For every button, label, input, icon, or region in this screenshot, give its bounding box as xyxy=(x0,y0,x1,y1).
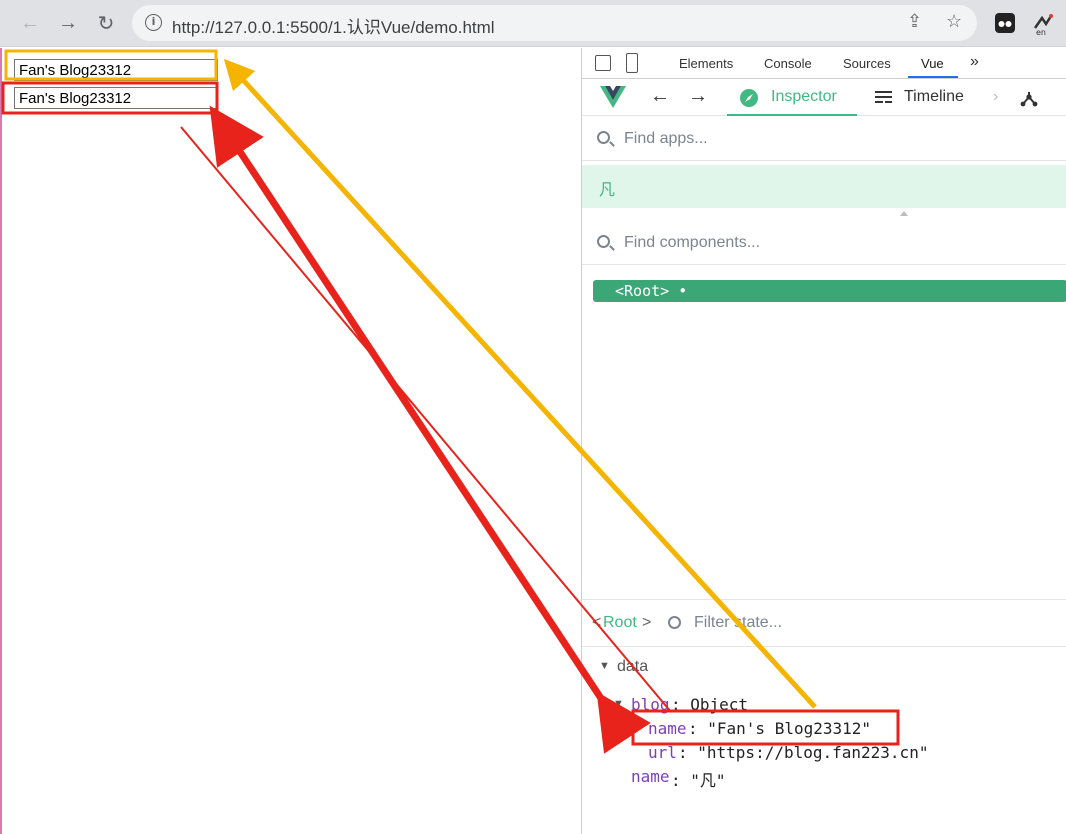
arrow-left-icon[interactable]: ← xyxy=(650,85,670,108)
vue-logo-icon xyxy=(600,86,626,108)
collapse-triangle-icon[interactable]: ▼ xyxy=(599,660,610,672)
compass-icon xyxy=(740,89,758,107)
timeline-icon xyxy=(875,91,892,103)
state-title-bracket-close: > xyxy=(642,614,652,631)
app-list-item[interactable]: 凡 xyxy=(582,165,1066,208)
state-header: < Root > Filter state... xyxy=(582,599,1066,647)
vue-devtools-toolbar: ← → Inspector Timeline › xyxy=(582,80,1066,116)
browser-toolbar: ← → ↻ i http://127.0.0.1:5500/1.认识Vue/de… xyxy=(0,0,1066,47)
page-viewport xyxy=(0,48,582,834)
search-icon xyxy=(597,235,610,248)
component-tree-root[interactable]: <Root> • xyxy=(593,280,1066,302)
devtools-tabbar: Elements Console Sources Vue » xyxy=(582,48,1066,79)
chevron-right-icon[interactable]: › xyxy=(993,88,998,106)
devtools-panel: Elements Console Sources Vue » ← → Inspe… xyxy=(581,48,1066,834)
tab-timeline[interactable]: Timeline xyxy=(904,88,964,106)
site-info-icon[interactable]: i xyxy=(145,14,162,31)
state-title: Root xyxy=(603,614,637,631)
address-url[interactable]: http://127.0.0.1:5500/1.认识Vue/demo.html xyxy=(172,13,495,38)
arrow-right-icon: → xyxy=(58,11,78,34)
tab-vue[interactable]: Vue xyxy=(921,56,944,71)
address-bar[interactable]: i http://127.0.0.1:5500/1.认识Vue/demo.htm… xyxy=(132,5,977,41)
collapse-triangle-icon[interactable]: ▼ xyxy=(613,698,624,710)
forward-button[interactable]: → xyxy=(54,9,82,37)
app-name: 凡 xyxy=(599,182,616,199)
active-tab-indicator xyxy=(908,76,958,78)
filter-state-input[interactable]: Filter state... xyxy=(694,614,782,632)
tab-console[interactable]: Console xyxy=(764,56,812,71)
device-toolbar-icon[interactable] xyxy=(626,53,638,73)
blog-name-input-bottom[interactable] xyxy=(14,87,218,109)
translate-extension-icon[interactable]: en xyxy=(1032,12,1054,37)
more-tabs-button[interactable]: » xyxy=(970,53,979,71)
arrow-left-icon: ← xyxy=(20,11,40,34)
find-apps-placeholder: Find apps... xyxy=(624,130,708,147)
state-value-name-root[interactable]: : "凡" xyxy=(671,767,726,791)
state-value-name[interactable]: : "Fan's Blog23312" xyxy=(688,719,871,738)
find-components-search[interactable]: Find components... xyxy=(582,222,1066,265)
state-type-object: : Object xyxy=(671,695,749,714)
state-key-name-root[interactable]: name xyxy=(631,767,670,786)
reload-button[interactable]: ↻ xyxy=(92,9,120,37)
search-icon xyxy=(597,131,610,144)
reload-icon: ↻ xyxy=(97,12,115,35)
state-title-bracket-open: < xyxy=(592,614,602,631)
arrow-right-icon[interactable]: → xyxy=(688,85,708,108)
root-component-label: <Root> • xyxy=(615,282,688,300)
tab-sources[interactable]: Sources xyxy=(843,56,891,71)
state-key-name[interactable]: name xyxy=(648,719,687,738)
data-section-label: data xyxy=(617,658,649,675)
tab-elements[interactable]: Elements xyxy=(679,56,733,71)
component-tree-icon[interactable] xyxy=(1020,90,1038,107)
inspect-element-icon[interactable] xyxy=(595,55,611,71)
search-icon xyxy=(668,616,681,629)
screenshot-root: ← → ↻ i http://127.0.0.1:5500/1.认识Vue/de… xyxy=(0,0,1066,834)
state-value-url[interactable]: : "https://blog.fan223.cn" xyxy=(678,743,928,762)
share-icon[interactable]: ⇪ xyxy=(907,11,922,32)
back-button[interactable]: ← xyxy=(16,9,44,37)
svg-text:en: en xyxy=(1036,28,1046,36)
tab-inspector[interactable]: Inspector xyxy=(727,80,857,116)
state-key-url[interactable]: url xyxy=(648,743,677,762)
blog-name-input-top[interactable] xyxy=(14,59,218,81)
find-apps-search[interactable]: Find apps... xyxy=(582,118,1066,161)
star-icon[interactable]: ☆ xyxy=(946,11,962,32)
splitter-handle-icon[interactable] xyxy=(900,211,908,216)
inspector-label: Inspector xyxy=(771,88,837,105)
find-components-placeholder: Find components... xyxy=(624,234,761,251)
extension-icon[interactable] xyxy=(994,12,1016,34)
state-key-blog[interactable]: blog xyxy=(631,695,670,714)
